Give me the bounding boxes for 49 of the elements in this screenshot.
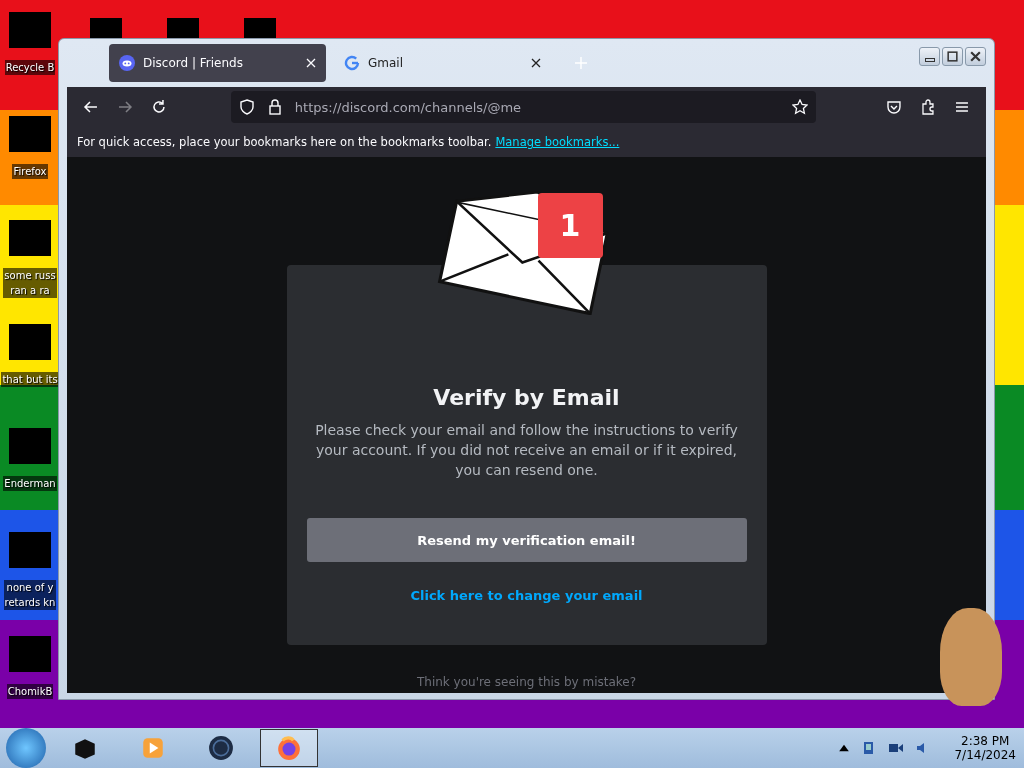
minimize-button[interactable] [919, 47, 940, 66]
forward-icon[interactable] [116, 99, 133, 115]
globe-icon [208, 735, 234, 761]
close-button[interactable] [965, 47, 986, 66]
google-logo-icon [344, 55, 360, 71]
back-icon[interactable] [83, 99, 99, 115]
desktop-icon[interactable] [244, 18, 276, 40]
taskbar-app-button[interactable] [260, 729, 318, 767]
puzzle-icon[interactable] [920, 99, 937, 115]
tab-title: Discord | Friends [143, 56, 244, 70]
tab-title: Gmail [368, 56, 404, 70]
discord-logo-icon [119, 55, 135, 71]
clock-date[interactable]: 7/14/2024 [954, 748, 1016, 762]
desktop-icon[interactable] [167, 18, 199, 40]
desktop-icon-label[interactable]: some russ ran a ra [3, 268, 57, 298]
maximize-button[interactable] [942, 47, 963, 66]
desktop-icon-label[interactable]: Firefox [12, 164, 48, 179]
desktop-icon-label[interactable]: Recycle B [4, 60, 56, 75]
change-email-link[interactable]: Click here to change your email [410, 588, 643, 603]
desktop-icon-label[interactable]: ChomikB [6, 684, 54, 699]
close-icon[interactable] [531, 58, 541, 68]
lock-icon[interactable] [266, 99, 283, 115]
url-text: https://discord.com/channels/@me [294, 99, 523, 115]
play-icon [140, 735, 166, 761]
firefox-icon [276, 735, 302, 761]
pocket-icon[interactable] [886, 99, 903, 115]
desktop-icon-label[interactable]: Enderman [3, 476, 57, 491]
shield-icon[interactable] [238, 99, 255, 115]
dialog-title: Verify by Email [433, 385, 620, 410]
browser-tab[interactable]: Discord | Friends [109, 44, 326, 82]
address-bar[interactable]: https://discord.com/channels/@me [230, 91, 817, 123]
bookmarks-hint: For quick access, place your bookmarks here on the bookmarks toolbar. [77, 135, 492, 149]
resend-email-button[interactable]: Resend my verification email! [306, 518, 747, 562]
star-icon[interactable] [792, 99, 809, 115]
desktop-icon[interactable] [90, 18, 122, 40]
desktop-icon-label[interactable]: that but its [1, 372, 59, 387]
mistake-text: Think you're seeing this by mistake? [416, 675, 637, 689]
close-icon [969, 50, 982, 63]
manage-bookmarks-link[interactable]: Manage bookmarks... [495, 135, 620, 149]
dialog-message: Please check your email and follow the instructions to verify your account. If you did not receive an email or if it expired, you can resend one. [314, 421, 739, 480]
notification-badge: 1 [537, 193, 603, 258]
minimize-icon [924, 57, 935, 62]
desktop-icon-label[interactable]: none of y retards kn [3, 580, 57, 610]
menu-icon[interactable] [954, 99, 970, 115]
maximize-icon [946, 50, 959, 63]
browser-tab[interactable]: Gmail [334, 44, 551, 82]
clock-time[interactable]: 2:38 PM [961, 734, 1010, 748]
reload-icon[interactable] [150, 99, 167, 115]
start-button[interactable] [6, 728, 46, 768]
